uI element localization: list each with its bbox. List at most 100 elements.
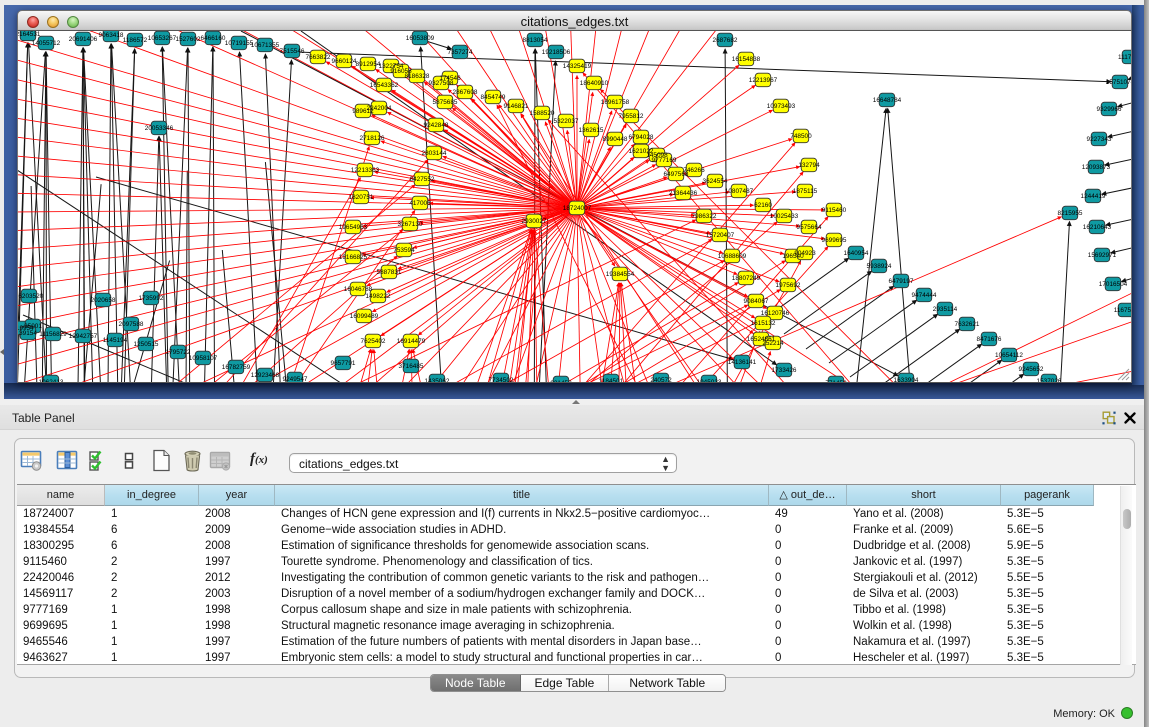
svg-text:1145194: 1145194	[103, 337, 128, 344]
svg-text:9063418: 9063418	[99, 32, 124, 39]
svg-text:18640910: 18640910	[580, 80, 609, 87]
svg-text:252214: 252214	[762, 340, 784, 347]
svg-text:12942757: 12942757	[69, 333, 98, 340]
svg-text:2867608: 2867608	[453, 89, 478, 96]
svg-text:15692971: 15692971	[1088, 252, 1117, 259]
svg-text:8454749: 8454749	[481, 94, 506, 101]
svg-text:2020658: 2020658	[91, 297, 116, 304]
svg-text:2097588: 2097588	[119, 321, 144, 328]
svg-text:12213363: 12213363	[351, 167, 380, 174]
svg-text:12923468: 12923468	[251, 372, 280, 379]
svg-text:9329966: 9329966	[1097, 106, 1122, 113]
svg-text:12213967: 12213967	[749, 77, 778, 84]
svg-text:19166825: 19166825	[339, 254, 368, 261]
svg-text:9575664: 9575664	[797, 224, 822, 231]
svg-text:16053809: 16053809	[406, 35, 435, 42]
svg-text:753594: 753594	[393, 247, 415, 254]
svg-text:9699695: 9699695	[822, 237, 847, 244]
svg-text:3624554: 3624554	[703, 178, 728, 185]
svg-text:14325419: 14325419	[563, 63, 592, 70]
svg-text:19218506: 19218506	[542, 49, 571, 56]
svg-text:10025433: 10025433	[770, 213, 799, 220]
svg-text:771450: 771450	[825, 380, 847, 383]
svg-text:9115460: 9115460	[822, 207, 847, 214]
svg-text:1250515: 1250515	[134, 341, 159, 348]
svg-text:6466160: 6466160	[201, 35, 226, 42]
svg-text:1184501: 1184501	[599, 378, 624, 383]
svg-text:35001: 35001	[24, 323, 42, 330]
svg-text:10653267: 10653267	[148, 35, 177, 42]
svg-text:9245652: 9245652	[1019, 366, 1044, 373]
svg-text:5322037: 5322037	[554, 118, 579, 125]
svg-text:16099489: 16099489	[350, 313, 379, 320]
svg-text:904923: 904923	[794, 250, 816, 257]
svg-text:11156829: 11156829	[39, 331, 67, 338]
svg-text:1527602: 1527602	[176, 36, 201, 43]
svg-text:1615132: 1615132	[751, 320, 776, 327]
svg-text:10688609: 10688609	[718, 253, 747, 260]
svg-text:9242848: 9242848	[424, 122, 449, 129]
svg-text:1588520: 1588520	[530, 110, 555, 117]
svg-text:16782759: 16782759	[222, 364, 251, 371]
svg-text:748500: 748500	[790, 133, 812, 140]
svg-text:921450: 921450	[550, 380, 572, 383]
svg-text:9657791: 9657791	[331, 360, 356, 367]
svg-text:18807249: 18807249	[732, 275, 761, 282]
svg-text:240572: 240572	[650, 377, 672, 383]
svg-text:9084067: 9084067	[744, 298, 769, 305]
svg-text:1820751: 1820751	[349, 194, 374, 201]
svg-text:8813054: 8813054	[523, 37, 548, 44]
svg-text:5938924: 5938924	[867, 263, 892, 270]
svg-text:1640954: 1640954	[844, 250, 869, 257]
svg-text:8427552: 8427552	[410, 176, 435, 183]
svg-text:1167533: 1167533	[1114, 307, 1132, 314]
svg-text:16154838: 16154838	[732, 56, 761, 63]
svg-text:16120746: 16120746	[761, 310, 790, 317]
svg-text:1244419: 1244419	[1081, 193, 1106, 200]
svg-text:16210643: 16210643	[1083, 224, 1112, 231]
svg-text:1633904: 1633904	[894, 377, 919, 383]
svg-text:6479197: 6479197	[889, 278, 914, 285]
svg-text:9249547: 9249547	[283, 376, 308, 383]
svg-text:20053346: 20053346	[145, 125, 174, 132]
svg-text:1186572: 1186572	[123, 37, 148, 44]
svg-text:2935114: 2935114	[933, 306, 958, 313]
svg-text:19384554: 19384554	[606, 271, 635, 278]
svg-text:1875115: 1875115	[793, 188, 818, 195]
svg-text:16046788: 16046788	[344, 286, 373, 293]
svg-text:16914479: 16914479	[397, 338, 426, 345]
svg-text:62160: 62160	[754, 202, 772, 209]
svg-text:7357274: 7357274	[448, 49, 473, 56]
svg-text:989612: 989612	[352, 108, 374, 115]
svg-text:2718126: 2718126	[360, 135, 385, 142]
svg-text:14136141: 14136141	[728, 359, 757, 366]
svg-text:1362615: 1362615	[579, 127, 604, 134]
svg-text:12093873: 12093873	[1082, 164, 1111, 171]
svg-text:7734502: 7734502	[489, 377, 514, 383]
svg-text:16543362: 16543362	[370, 82, 399, 89]
svg-text:1498222: 1498222	[366, 293, 391, 300]
svg-text:1537026: 1537026	[1037, 378, 1062, 383]
svg-text:5887831: 5887831	[377, 269, 402, 276]
svg-text:10973493: 10973493	[767, 103, 796, 110]
svg-text:2930027: 2930027	[522, 218, 547, 225]
svg-text:10958107: 10958107	[189, 355, 218, 362]
svg-text:16648784: 16648784	[873, 97, 902, 104]
svg-text:7986322: 7986322	[692, 213, 717, 220]
svg-text:19654963: 19654963	[339, 224, 368, 231]
svg-text:1795722: 1795722	[166, 349, 191, 356]
svg-text:2687682: 2687682	[713, 37, 738, 44]
svg-text:2164531: 2164531	[18, 31, 41, 38]
svg-text:7663822: 7663822	[306, 54, 331, 61]
svg-text:18724007: 18724007	[563, 205, 592, 212]
svg-text:9146821: 9146821	[504, 103, 529, 110]
svg-text:9660124: 9660124	[332, 58, 357, 65]
svg-text:17016504: 17016504	[1099, 281, 1128, 288]
svg-text:8186328: 8186328	[405, 73, 430, 80]
svg-text:21364436: 21364436	[669, 190, 698, 197]
svg-text:10719155: 10719155	[225, 40, 254, 47]
svg-text:1945033: 1945033	[697, 379, 722, 383]
svg-text:8990448: 8990448	[603, 136, 628, 143]
svg-text:10671355: 10671355	[251, 42, 280, 49]
svg-text:7955812: 7955812	[619, 113, 644, 120]
